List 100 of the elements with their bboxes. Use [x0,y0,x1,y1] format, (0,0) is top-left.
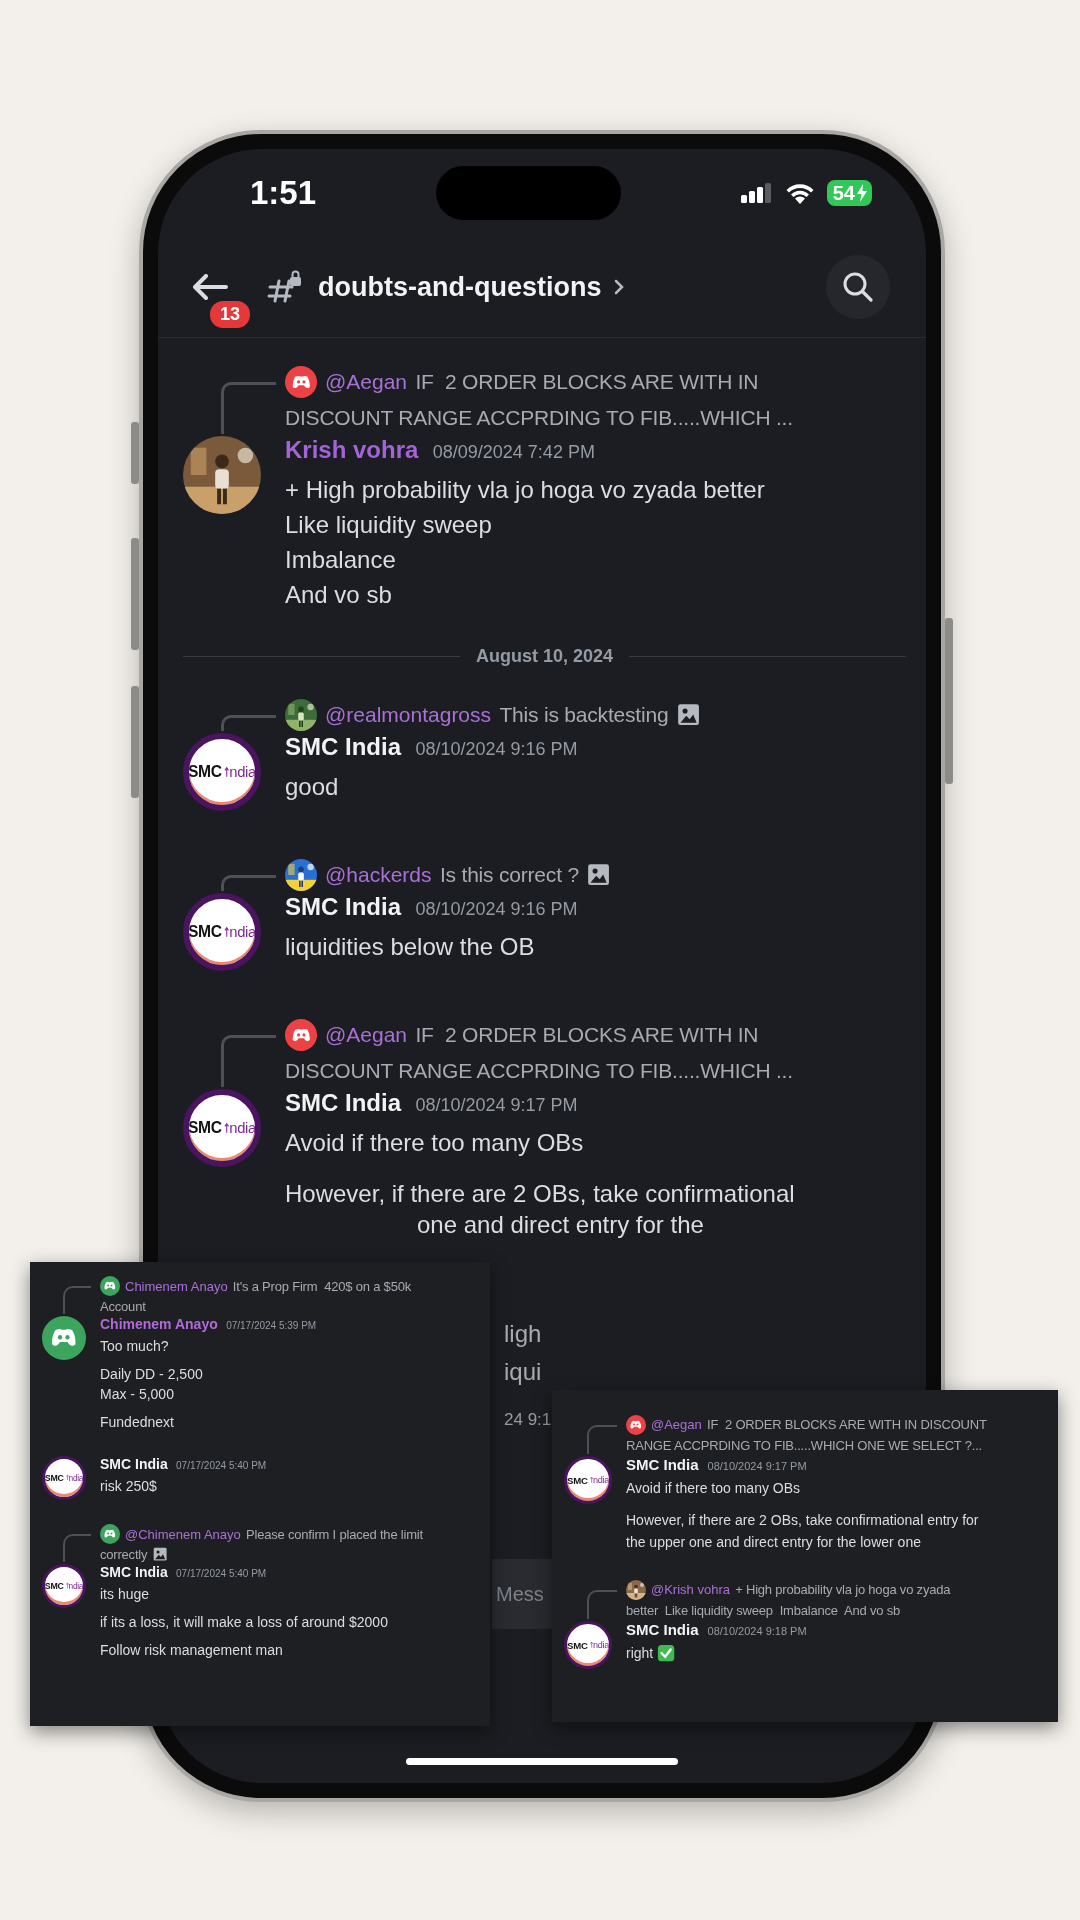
reply-preview-text: DISCOUNT RANGE ACCPRDING TO FIB.....WHICH ... [285,406,793,430]
reply-connector [221,715,276,731]
message-text: one and direct entry for the [417,1211,704,1238]
reply-preview-text: It's a Prop Firm 420$ on a $50k [232,1278,411,1294]
message-text: its huge [100,1586,150,1602]
message-text: Max - 5,000 [100,1386,174,1402]
reply-preview-text: Account [100,1298,146,1314]
reply-connector [587,1424,617,1454]
reply-mention[interactable]: @realmontagross [325,703,492,727]
arrow-icon [589,1476,593,1484]
signal-icon [740,182,773,204]
search-icon [842,271,874,303]
logo-text: ndia [68,1473,83,1483]
reply-connector [221,382,276,434]
back-button[interactable] [192,274,228,300]
arrow-icon [223,925,230,939]
reply-preview-text: IF 2 ORDER BLOCKS ARE WITH IN DISCOUNT [707,1417,987,1432]
logo-text: ndia [592,1475,609,1485]
back-arrow-icon [192,274,228,300]
message-text: good [285,772,339,801]
timestamp: 07/17/2024 5:40 PM [176,1568,267,1579]
timestamp: 08/10/2024 9:16 PM [415,899,578,920]
timestamp: 08/10/2024 9:17 PM [707,1460,807,1472]
reply-preview-text: ligh [504,1319,542,1349]
unread-badge: 13 [208,299,253,330]
logo-text: SMC [45,1473,64,1483]
message-text: Like liquidity sweep [285,510,492,539]
message-field[interactable]: Mess [492,1559,552,1629]
message-text: Too much? [100,1338,169,1354]
reply-preview-text: Please confirm I placed the limit [246,1526,423,1542]
wifi-icon [784,181,815,205]
chevron-icon [613,278,626,296]
author-name[interactable]: Krish vohra [285,436,419,464]
author-name[interactable]: SMC India [100,1456,168,1472]
timestamp: 07/17/2024 5:39 PM [226,1320,317,1331]
reply-mention[interactable]: @Aegan [651,1417,702,1432]
timestamp: 08/10/2024 9:16 PM [415,739,578,760]
logo-text: SMC [45,1581,64,1591]
author-name[interactable]: Chimenem Anayo [100,1316,218,1332]
reply-connector [63,1534,91,1562]
reply-connector [221,875,276,891]
reply-preview-text: iqui [504,1357,542,1387]
reply-preview-text: This is backtesting [499,703,669,727]
reply-mention[interactable]: @Aegan [325,1023,408,1047]
timestamp: 24 9:1 [504,1409,552,1431]
logo-text: SMC [189,1119,222,1137]
reply-mention[interactable]: @Aegan [325,370,408,394]
author-name[interactable]: SMC India [285,1089,401,1117]
message-text: Avoid if there too many OBs [285,1128,584,1157]
message-text: Follow risk management man [100,1642,283,1658]
timestamp: 08/10/2024 9:17 PM [415,1095,578,1116]
timestamp: 07/17/2024 5:40 PM [176,1460,267,1471]
field-placeholder: Mess [496,1582,544,1606]
reply-mention[interactable]: @Krish vohra [651,1582,730,1597]
battery-percentage: 54 [832,181,855,205]
arrow-icon [223,765,230,779]
reply-mention[interactable]: @hackerds [325,863,432,887]
message-text: right [626,1645,654,1661]
message-text: + High probability vla jo hoga vo zyada better [285,475,765,504]
message-text: liquidities below the OB [285,932,535,961]
logo-text: SMC [567,1639,588,1651]
message-text: Daily DD - 2,500 [100,1366,203,1382]
status-time: 1:51 [250,174,317,212]
author-name[interactable]: SMC India [626,1456,699,1473]
author-name[interactable]: SMC India [285,893,401,921]
reply-preview-text: DISCOUNT RANGE ACCPRDING TO FIB.....WHICH ... [285,1059,793,1083]
message-text: However, if there are 2 OBs, take confirmational entry for [626,1512,979,1528]
date-divider-label: August 10, 2024 [474,646,615,667]
message-text: Imbalance [285,545,396,574]
channel-title-button[interactable]: doubts-and-questions [318,271,626,303]
logo-text: SMC [189,923,222,941]
arrow-icon [589,1641,593,1649]
reply-preview-text: IF 2 ORDER BLOCKS ARE WITH IN [415,370,759,394]
arrow-icon [223,1121,230,1135]
reply-preview-text: better Like liquidity sweep Imbalance And vo sb [626,1603,900,1618]
message-text: And vo sb [285,580,392,609]
logo-text: SMC [189,763,222,781]
reply-preview-text: RANGE ACCPRDING TO FIB.....WHICH ONE WE SELECT ?... [626,1438,983,1453]
author-name[interactable]: SMC India [626,1621,699,1638]
reply-preview-text: correctly [100,1546,148,1562]
reply-connector [63,1286,91,1314]
reply-mention[interactable]: Chimenem Anayo [125,1278,228,1294]
author-name[interactable]: SMC India [285,733,401,761]
arrow-icon [65,1474,69,1482]
message-text: risk 250$ [100,1478,157,1494]
locked-channel-icon [266,269,302,305]
timestamp: 08/09/2024 7:42 PM [432,442,595,463]
arrow-icon [65,1582,69,1590]
logo-text: ndia [68,1581,83,1591]
reply-mention[interactable]: @Chimenem Anayo [125,1526,241,1542]
logo-text: ndia [592,1640,609,1650]
message-text: if its a loss, it will make a loss of around $2000 [100,1614,388,1630]
author-name[interactable]: SMC India [100,1564,168,1580]
logo-text: SMC [567,1474,588,1486]
message-text: Avoid if there too many OBs [626,1480,801,1496]
reply-connector [587,1589,617,1619]
message-text: Fundednext [100,1414,174,1430]
reply-preview-text: + High probability vla jo hoga vo zyada [735,1582,951,1597]
reply-connector [221,1035,276,1087]
message-text: However, if there are 2 OBs, take confirmational [285,1179,795,1208]
